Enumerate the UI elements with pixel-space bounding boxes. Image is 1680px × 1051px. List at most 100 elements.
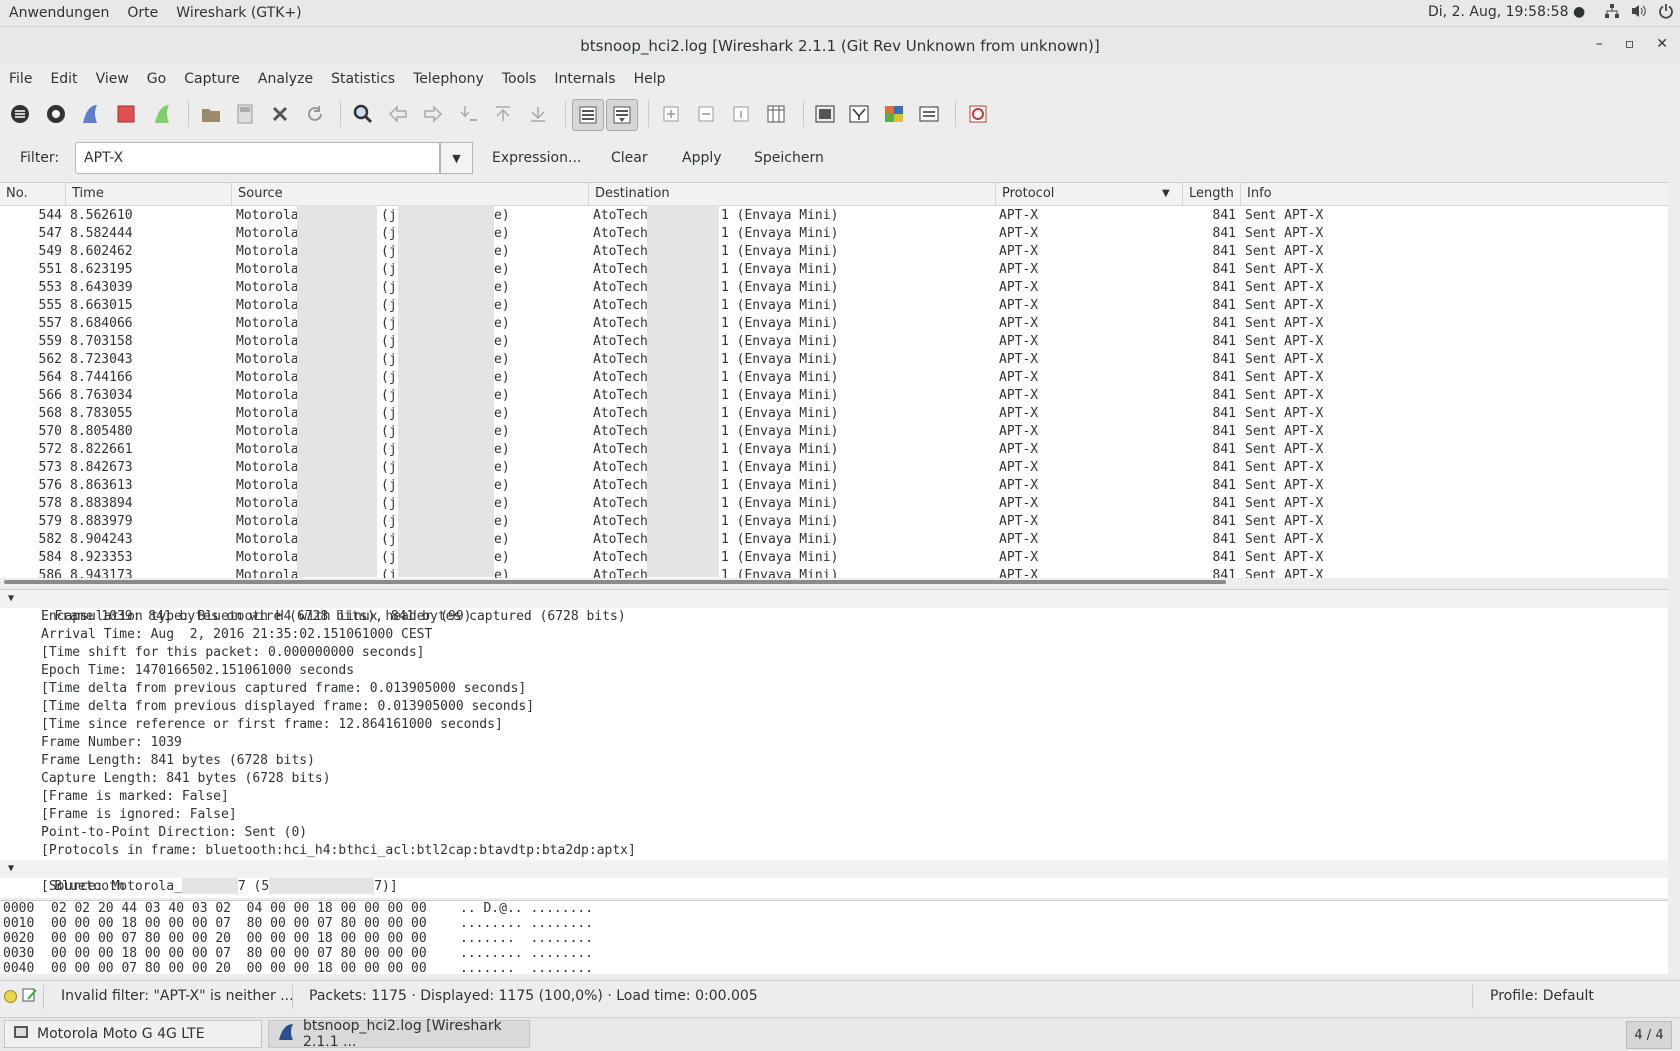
packet-row[interactable]: 555 8.663015 Motorola (j e) AtoTech 1 (Envaya … — [0, 297, 1668, 315]
menu-edit[interactable]: Edit — [41, 71, 86, 87]
packet-row[interactable]: 553 8.643039 Motorola (j e) AtoTech 1 (Envaya … — [0, 279, 1668, 297]
menu-statistics[interactable]: Statistics — [322, 71, 404, 87]
tree-field[interactable]: [Time since reference or first frame: 12… — [0, 716, 1668, 734]
autoscroll-icon[interactable] — [606, 99, 638, 131]
normal-size-icon[interactable] — [726, 99, 756, 129]
capture-filters-icon[interactable] — [810, 99, 840, 129]
tree-field[interactable]: Epoch Time: 1470166502.151061000 seconds — [0, 662, 1668, 680]
packet-list-hscroll[interactable] — [0, 578, 1668, 586]
tree-field[interactable]: [Protocols in frame: bluetooth:hci_h4:bt… — [0, 842, 1668, 860]
applications-menu[interactable]: Anwendungen — [0, 5, 118, 21]
system-tray[interactable] — [1604, 3, 1674, 23]
open-file-icon[interactable] — [196, 99, 226, 129]
expand-triangle-icon[interactable]: ▼ — [8, 590, 14, 608]
packet-row[interactable]: 557 8.684066 Motorola (j e) AtoTech 1 (Envaya … — [0, 315, 1668, 333]
profile-status[interactable]: Profile: Default — [1490, 988, 1594, 1004]
tree-field[interactable]: Arrival Time: Aug 2, 2016 21:35:02.15106… — [0, 626, 1668, 644]
places-menu[interactable]: Orte — [118, 5, 167, 21]
minimize-button[interactable]: – — [1596, 36, 1603, 52]
packet-row[interactable]: 584 8.923353 Motorola (j e) AtoTech 1 (Envaya … — [0, 549, 1668, 567]
packet-row[interactable]: 578 8.883894 Motorola (j e) AtoTech 1 (Envaya … — [0, 495, 1668, 513]
capture-comment-icon[interactable] — [22, 987, 38, 1007]
packet-row[interactable]: 559 8.703158 Motorola (j e) AtoTech 1 (Envaya … — [0, 333, 1668, 351]
menu-file[interactable]: File — [0, 71, 41, 87]
tree-field[interactable]: Encapsulation type: Bluetooth H4 with li… — [0, 608, 1668, 626]
taskbar-item-terminal[interactable]: Motorola Moto G 4G LTE — [4, 1020, 262, 1048]
packet-row[interactable]: 572 8.822661 Motorola (j e) AtoTech 1 (Envaya … — [0, 441, 1668, 459]
power-icon[interactable] — [1658, 3, 1674, 23]
tree-field[interactable]: [Time delta from previous captured frame… — [0, 680, 1668, 698]
packet-row[interactable]: 549 8.602462 Motorola (j e) AtoTech 1 (Envaya … — [0, 243, 1668, 261]
options-icon[interactable] — [41, 99, 71, 129]
menu-capture[interactable]: Capture — [175, 71, 249, 87]
column-header-protocol[interactable]: Protocol — [996, 186, 1054, 201]
preferences-icon[interactable] — [914, 99, 944, 129]
column-header-source[interactable]: Source — [232, 186, 283, 201]
interfaces-icon[interactable] — [5, 99, 35, 129]
packet-row[interactable]: 544 8.562610 Motorola (j e) AtoTech 1 (Envaya … — [0, 207, 1668, 225]
close-button[interactable]: ✕ — [1656, 36, 1668, 52]
menu-tools[interactable]: Tools — [493, 71, 546, 87]
resize-columns-icon[interactable] — [761, 99, 791, 129]
column-header-destination[interactable]: Destination — [589, 186, 670, 201]
tree-field[interactable]: [Time shift for this packet: 0.000000000… — [0, 644, 1668, 662]
packet-row[interactable]: 579 8.883979 Motorola (j e) AtoTech 1 (Envaya … — [0, 513, 1668, 531]
expression-button[interactable]: Expression... — [492, 150, 581, 166]
save-filter-button[interactable]: Speichern — [754, 150, 824, 166]
zoom-in-icon[interactable] — [656, 99, 686, 129]
maximize-button[interactable]: ▫ — [1625, 36, 1635, 52]
column-header-no[interactable]: No. — [0, 186, 28, 201]
start-capture-icon[interactable] — [75, 99, 105, 129]
column-header-info[interactable]: Info — [1241, 186, 1272, 201]
hscroll-thumb[interactable] — [4, 580, 1226, 584]
byte-row[interactable]: 0030 00 00 00 18 00 00 00 07 80 00 00 07 … — [0, 946, 1668, 961]
byte-row[interactable]: 0020 00 00 00 07 80 00 00 20 00 00 00 18 … — [0, 931, 1668, 946]
clock[interactable]: Di, 2. Aug, 19:58:58 ● — [1428, 4, 1585, 20]
tree-field[interactable]: Point-to-Point Direction: Sent (0) — [0, 824, 1668, 842]
tree-node-bluetooth[interactable]: ▼ Bluetooth — [0, 860, 1668, 894]
go-last-icon[interactable] — [523, 99, 553, 129]
help-icon[interactable] — [963, 99, 993, 129]
packet-row[interactable]: 573 8.842673 Motorola (j e) AtoTech 1 (Envaya … — [0, 459, 1668, 477]
filter-input[interactable]: APT-X — [75, 142, 440, 174]
packet-row[interactable]: 576 8.863613 Motorola (j e) AtoTech 1 (Envaya … — [0, 477, 1668, 495]
find-packet-icon[interactable] — [348, 99, 378, 129]
menu-telephony[interactable]: Telephony — [404, 71, 493, 87]
apply-button[interactable]: Apply — [682, 150, 722, 166]
packet-row[interactable]: 551 8.623195 Motorola (j e) AtoTech 1 (Envaya … — [0, 261, 1668, 279]
taskbar-item-wireshark[interactable]: btsnoop_hci2.log [Wireshark 2.1.1 ... — [268, 1018, 530, 1050]
packet-list[interactable]: No. Time Source Destination Protocol ▼ L… — [0, 182, 1668, 579]
go-first-icon[interactable] — [488, 99, 518, 129]
stop-capture-icon[interactable] — [111, 99, 141, 129]
expert-info-icon[interactable] — [4, 990, 17, 1003]
byte-row[interactable]: 0010 00 00 00 18 00 00 00 07 80 00 00 07 … — [0, 916, 1668, 931]
display-filters-icon[interactable] — [844, 99, 874, 129]
column-header-length[interactable]: Length — [1183, 186, 1234, 201]
window-title-bar[interactable]: btsnoop_hci2.log [Wireshark 2.1.1 (Git R… — [0, 27, 1680, 65]
active-app-menu[interactable]: Wireshark (GTK+) — [167, 5, 310, 21]
tree-field[interactable]: Frame Number: 1039 — [0, 734, 1668, 752]
clear-button[interactable]: Clear — [611, 150, 648, 166]
tree-field[interactable]: [Frame is marked: False] — [0, 788, 1668, 806]
workspace-switcher[interactable]: 4 / 4 — [1626, 1021, 1672, 1049]
packet-details[interactable]: ▼ Frame 1039: 841 bytes on wire (6728 bit… — [0, 589, 1668, 898]
zoom-out-icon[interactable] — [691, 99, 721, 129]
menu-go[interactable]: Go — [138, 71, 175, 87]
menu-help[interactable]: Help — [625, 71, 675, 87]
coloring-rules-icon[interactable] — [879, 99, 909, 129]
menu-view[interactable]: View — [87, 71, 138, 87]
menu-analyze[interactable]: Analyze — [249, 71, 322, 87]
go-to-packet-icon[interactable] — [453, 99, 483, 129]
go-back-icon[interactable] — [383, 99, 413, 129]
packet-row[interactable]: 562 8.723043 Motorola (j e) AtoTech 1 (Envaya … — [0, 351, 1668, 369]
packet-bytes[interactable]: 0000 02 02 20 44 03 40 03 02 04 00 00 18 … — [0, 900, 1668, 974]
column-header-time[interactable]: Time — [66, 186, 104, 201]
volume-icon[interactable] — [1630, 3, 1648, 23]
filter-dropdown-button[interactable]: ▼ — [440, 142, 473, 174]
packet-row[interactable]: 564 8.744166 Motorola (j e) AtoTech 1 (Envaya … — [0, 369, 1668, 387]
tree-field-bt-source[interactable]: [Source: Motorola_ 7 (5 7)] — [0, 878, 1668, 896]
save-file-icon[interactable] — [230, 99, 260, 129]
go-forward-icon[interactable] — [418, 99, 448, 129]
colorize-icon[interactable] — [572, 99, 604, 131]
packet-row[interactable]: 570 8.805480 Motorola (j e) AtoTech 1 (Envaya … — [0, 423, 1668, 441]
